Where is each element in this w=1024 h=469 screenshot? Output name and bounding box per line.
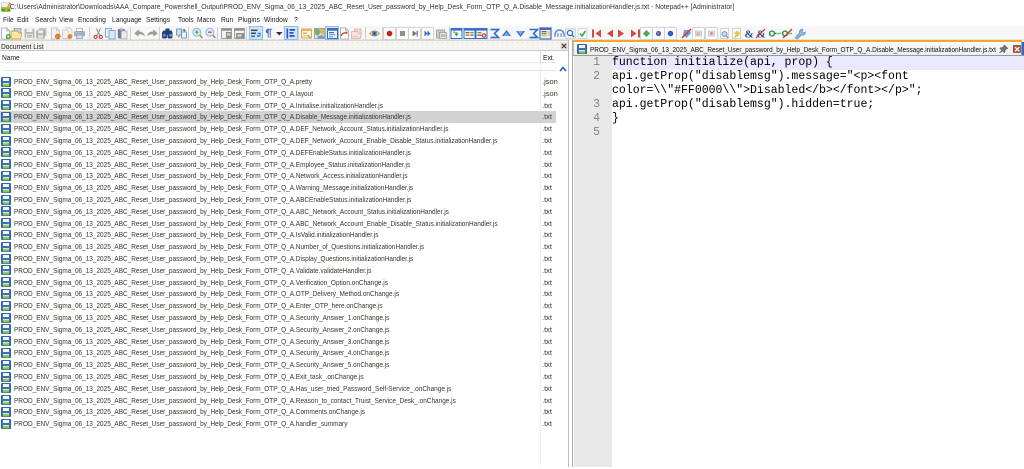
svg-text:&: &	[744, 29, 753, 41]
